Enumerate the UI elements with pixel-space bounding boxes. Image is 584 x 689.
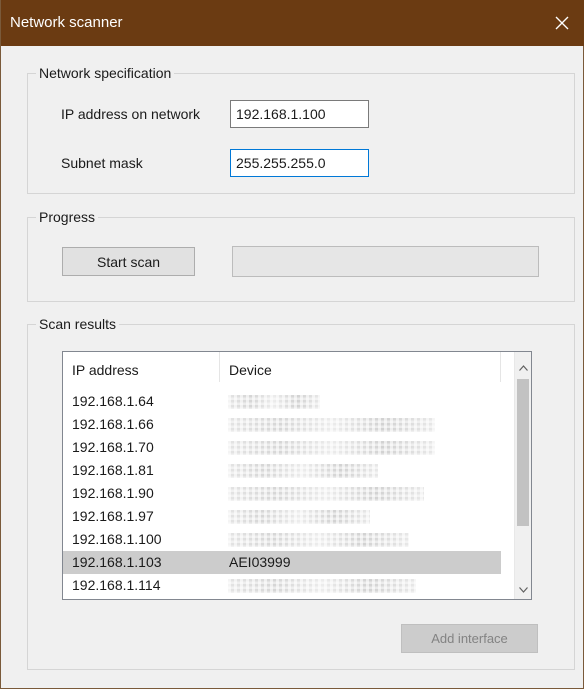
ip-address-cell: 192.168.1.103 xyxy=(72,554,162,570)
list-item[interactable]: 192.168.1.66 xyxy=(63,413,501,436)
scroll-down-button[interactable] xyxy=(515,581,531,598)
redacted-device-name xyxy=(228,441,435,455)
list-header: IP address Device xyxy=(63,352,513,382)
add-interface-button[interactable]: Add interface xyxy=(401,624,538,653)
ip-address-cell: 192.168.1.81 xyxy=(72,462,154,478)
redacted-device-name xyxy=(228,464,378,478)
network-scanner-window: Network scanner Network specification IP… xyxy=(0,0,584,689)
start-scan-button[interactable]: Start scan xyxy=(62,247,195,276)
title-bar[interactable]: Network scanner xyxy=(1,0,584,46)
chevron-down-icon xyxy=(519,586,528,593)
redacted-device-name xyxy=(228,395,320,409)
list-item[interactable]: 192.168.1.81 xyxy=(63,459,501,482)
list-item[interactable]: 192.168.1.97 xyxy=(63,505,501,528)
ip-address-cell: 192.168.1.100 xyxy=(72,531,162,547)
ip-address-cell: 192.168.1.114 xyxy=(72,577,161,593)
vertical-scrollbar[interactable] xyxy=(514,352,531,599)
ip-address-cell: 192.168.1.90 xyxy=(72,485,154,501)
list-item[interactable]: 192.168.1.100 xyxy=(63,528,501,551)
ip-address-input[interactable] xyxy=(230,100,369,128)
close-icon xyxy=(555,16,569,30)
close-button[interactable] xyxy=(539,0,584,46)
redacted-device-name xyxy=(228,579,416,593)
list-item[interactable]: 192.168.1.64 xyxy=(63,390,501,413)
redacted-device-name xyxy=(228,487,424,501)
ip-address-cell: 192.168.1.97 xyxy=(72,508,154,524)
ip-address-label: IP address on network xyxy=(61,106,201,122)
ip-address-cell: 192.168.1.66 xyxy=(72,416,154,432)
redacted-device-name xyxy=(228,418,435,432)
redacted-device-name xyxy=(228,510,370,524)
list-item[interactable]: 192.168.1.70 xyxy=(63,436,501,459)
scan-results-list[interactable]: IP address Device 192.168.1.64 192.168.1.… xyxy=(62,351,532,600)
ip-address-cell: 192.168.1.64 xyxy=(72,393,154,409)
subnet-mask-label: Subnet mask xyxy=(61,155,143,171)
scan-progress-bar xyxy=(232,246,539,277)
progress-group-label: Progress xyxy=(36,209,99,225)
column-header-ip-address[interactable]: IP address xyxy=(63,352,220,382)
scroll-thumb[interactable] xyxy=(517,379,529,526)
subnet-mask-input[interactable] xyxy=(230,149,369,177)
list-item[interactable]: 192.168.1.103 AEI03999 xyxy=(63,551,501,574)
scroll-up-button[interactable] xyxy=(515,359,531,376)
list-item[interactable]: 192.168.1.114 xyxy=(63,574,501,597)
chevron-up-icon xyxy=(519,364,528,371)
list-item[interactable]: 192.168.1.90 xyxy=(63,482,501,505)
window-title: Network scanner xyxy=(10,14,123,31)
redacted-device-name xyxy=(228,533,409,547)
scan-results-group-label: Scan results xyxy=(36,316,120,332)
network-spec-group-label: Network specification xyxy=(36,65,175,81)
column-header-device[interactable]: Device xyxy=(220,352,501,382)
ip-address-cell: 192.168.1.70 xyxy=(72,439,154,455)
device-cell: AEI03999 xyxy=(229,554,291,570)
